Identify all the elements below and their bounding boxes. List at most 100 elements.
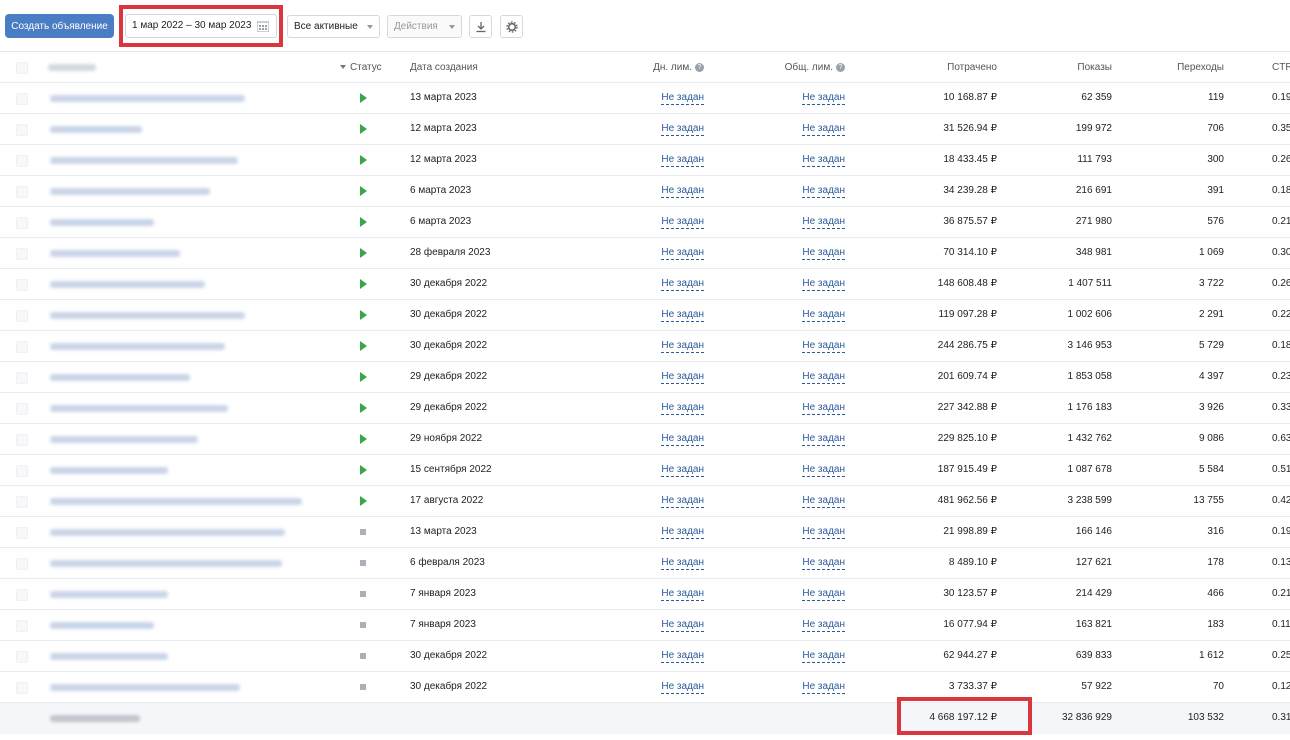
ad-name[interactable] xyxy=(48,579,338,609)
table-row[interactable]: 29 декабря 2022 Не задан Не задан 227 342.8… xyxy=(0,393,1290,424)
daily-limit-link[interactable]: Не задан xyxy=(661,588,704,601)
row-checkbox[interactable] xyxy=(16,651,28,663)
ad-name[interactable] xyxy=(48,517,338,547)
play-icon[interactable] xyxy=(360,217,367,227)
play-icon[interactable] xyxy=(360,341,367,351)
ad-name[interactable] xyxy=(48,641,338,671)
download-button[interactable] xyxy=(469,15,492,38)
table-row[interactable]: 30 декабря 2022 Не задан Не задан 3 733.37 … xyxy=(0,672,1290,703)
column-name[interactable] xyxy=(48,52,338,82)
row-checkbox[interactable] xyxy=(16,124,28,136)
row-checkbox[interactable] xyxy=(16,186,28,198)
daily-limit-link[interactable]: Не задан xyxy=(661,247,704,260)
play-icon[interactable] xyxy=(360,93,367,103)
total-limit-link[interactable]: Не задан xyxy=(802,588,845,601)
total-limit-link[interactable]: Не задан xyxy=(802,123,845,136)
row-checkbox[interactable] xyxy=(16,496,28,508)
row-checkbox[interactable] xyxy=(16,217,28,229)
table-row[interactable]: 30 декабря 2022 Не задан Не задан 244 286.7… xyxy=(0,331,1290,362)
ad-name[interactable] xyxy=(48,362,338,392)
total-limit-link[interactable]: Не задан xyxy=(802,464,845,477)
play-icon[interactable] xyxy=(360,465,367,475)
total-limit-link[interactable]: Не задан xyxy=(802,216,845,229)
daily-limit-link[interactable]: Не задан xyxy=(661,309,704,322)
daily-limit-link[interactable]: Не задан xyxy=(661,433,704,446)
row-checkbox[interactable] xyxy=(16,403,28,415)
table-row[interactable]: 7 января 2023 Не задан Не задан 16 077.94 ₽… xyxy=(0,610,1290,641)
ad-name[interactable] xyxy=(48,424,338,454)
total-limit-link[interactable]: Не задан xyxy=(802,495,845,508)
play-icon[interactable] xyxy=(360,403,367,413)
daily-limit-link[interactable]: Не задан xyxy=(661,123,704,136)
row-checkbox[interactable] xyxy=(16,279,28,291)
daily-limit-link[interactable]: Не задан xyxy=(661,154,704,167)
table-row[interactable]: 15 сентября 2022 Не задан Не задан 187 915.… xyxy=(0,455,1290,486)
daily-limit-link[interactable]: Не задан xyxy=(661,340,704,353)
stop-icon[interactable] xyxy=(360,684,366,690)
ad-name[interactable] xyxy=(48,300,338,330)
column-total-limit[interactable]: Общ. лим.? xyxy=(720,52,845,82)
row-checkbox[interactable] xyxy=(16,155,28,167)
row-checkbox[interactable] xyxy=(16,682,28,694)
column-clicks[interactable]: Переходы xyxy=(1120,52,1224,82)
ad-name[interactable] xyxy=(48,207,338,237)
daily-limit-link[interactable]: Не задан xyxy=(661,371,704,384)
table-row[interactable]: 12 марта 2023 Не задан Не задан 18 433.45 ₽… xyxy=(0,145,1290,176)
table-row[interactable]: 28 февраля 2023 Не задан Не задан 70 314.10… xyxy=(0,238,1290,269)
play-icon[interactable] xyxy=(360,279,367,289)
table-row[interactable]: 30 декабря 2022 Не задан Не задан 119 097.2… xyxy=(0,300,1290,331)
table-row[interactable]: 7 января 2023 Не задан Не задан 30 123.57 ₽… xyxy=(0,579,1290,610)
table-row[interactable]: 6 марта 2023 Не задан Не задан 36 875.57 ₽ 2… xyxy=(0,207,1290,238)
play-icon[interactable] xyxy=(360,248,367,258)
total-limit-link[interactable]: Не задан xyxy=(802,557,845,570)
date-range-picker[interactable]: 1 мар 2022 – 30 мар 2023 xyxy=(125,14,277,38)
table-row[interactable]: 29 ноября 2022 Не задан Не задан 229 825.10… xyxy=(0,424,1290,455)
table-row[interactable]: 13 марта 2023 Не задан Не задан 10 168.87 ₽… xyxy=(0,83,1290,114)
play-icon[interactable] xyxy=(360,372,367,382)
table-row[interactable]: 6 февраля 2023 Не задан Не задан 8 489.10 ₽… xyxy=(0,548,1290,579)
total-limit-link[interactable]: Не задан xyxy=(802,371,845,384)
play-icon[interactable] xyxy=(360,155,367,165)
table-row[interactable]: 12 марта 2023 Не задан Не задан 31 526.94 ₽… xyxy=(0,114,1290,145)
play-icon[interactable] xyxy=(360,496,367,506)
total-limit-link[interactable]: Не задан xyxy=(802,433,845,446)
total-limit-link[interactable]: Не задан xyxy=(802,650,845,663)
play-icon[interactable] xyxy=(360,186,367,196)
ad-name[interactable] xyxy=(48,145,338,175)
ad-name[interactable] xyxy=(48,393,338,423)
ad-name[interactable] xyxy=(48,331,338,361)
total-limit-link[interactable]: Не задан xyxy=(802,185,845,198)
row-checkbox[interactable] xyxy=(16,372,28,384)
table-row[interactable]: 13 марта 2023 Не задан Не задан 21 998.89 ₽… xyxy=(0,517,1290,548)
daily-limit-link[interactable]: Не задан xyxy=(661,216,704,229)
total-limit-link[interactable]: Не задан xyxy=(802,278,845,291)
daily-limit-link[interactable]: Не задан xyxy=(661,681,704,694)
ad-name[interactable] xyxy=(48,455,338,485)
actions-dropdown[interactable]: Действия xyxy=(387,15,462,38)
total-limit-link[interactable]: Не задан xyxy=(802,309,845,322)
play-icon[interactable] xyxy=(360,310,367,320)
table-row[interactable]: 6 марта 2023 Не задан Не задан 34 239.28 ₽ 2… xyxy=(0,176,1290,207)
stop-icon[interactable] xyxy=(360,622,366,628)
help-icon[interactable]: ? xyxy=(836,63,845,72)
row-checkbox[interactable] xyxy=(16,341,28,353)
daily-limit-link[interactable]: Не задан xyxy=(661,650,704,663)
daily-limit-link[interactable]: Не задан xyxy=(661,557,704,570)
column-shows[interactable]: Показы xyxy=(1000,52,1112,82)
table-row[interactable]: 29 декабря 2022 Не задан Не задан 201 609.7… xyxy=(0,362,1290,393)
row-checkbox[interactable] xyxy=(16,527,28,539)
daily-limit-link[interactable]: Не задан xyxy=(661,92,704,105)
row-checkbox[interactable] xyxy=(16,310,28,322)
ad-name[interactable] xyxy=(48,176,338,206)
table-row[interactable]: 17 августа 2022 Не задан Не задан 481 962.5… xyxy=(0,486,1290,517)
row-checkbox[interactable] xyxy=(16,434,28,446)
daily-limit-link[interactable]: Не задан xyxy=(661,402,704,415)
stop-icon[interactable] xyxy=(360,591,366,597)
ad-name[interactable] xyxy=(48,548,338,578)
ad-name[interactable] xyxy=(48,269,338,299)
ad-name[interactable] xyxy=(48,486,338,516)
daily-limit-link[interactable]: Не задан xyxy=(661,278,704,291)
ad-name[interactable] xyxy=(48,83,338,113)
daily-limit-link[interactable]: Не задан xyxy=(661,495,704,508)
row-checkbox[interactable] xyxy=(16,558,28,570)
